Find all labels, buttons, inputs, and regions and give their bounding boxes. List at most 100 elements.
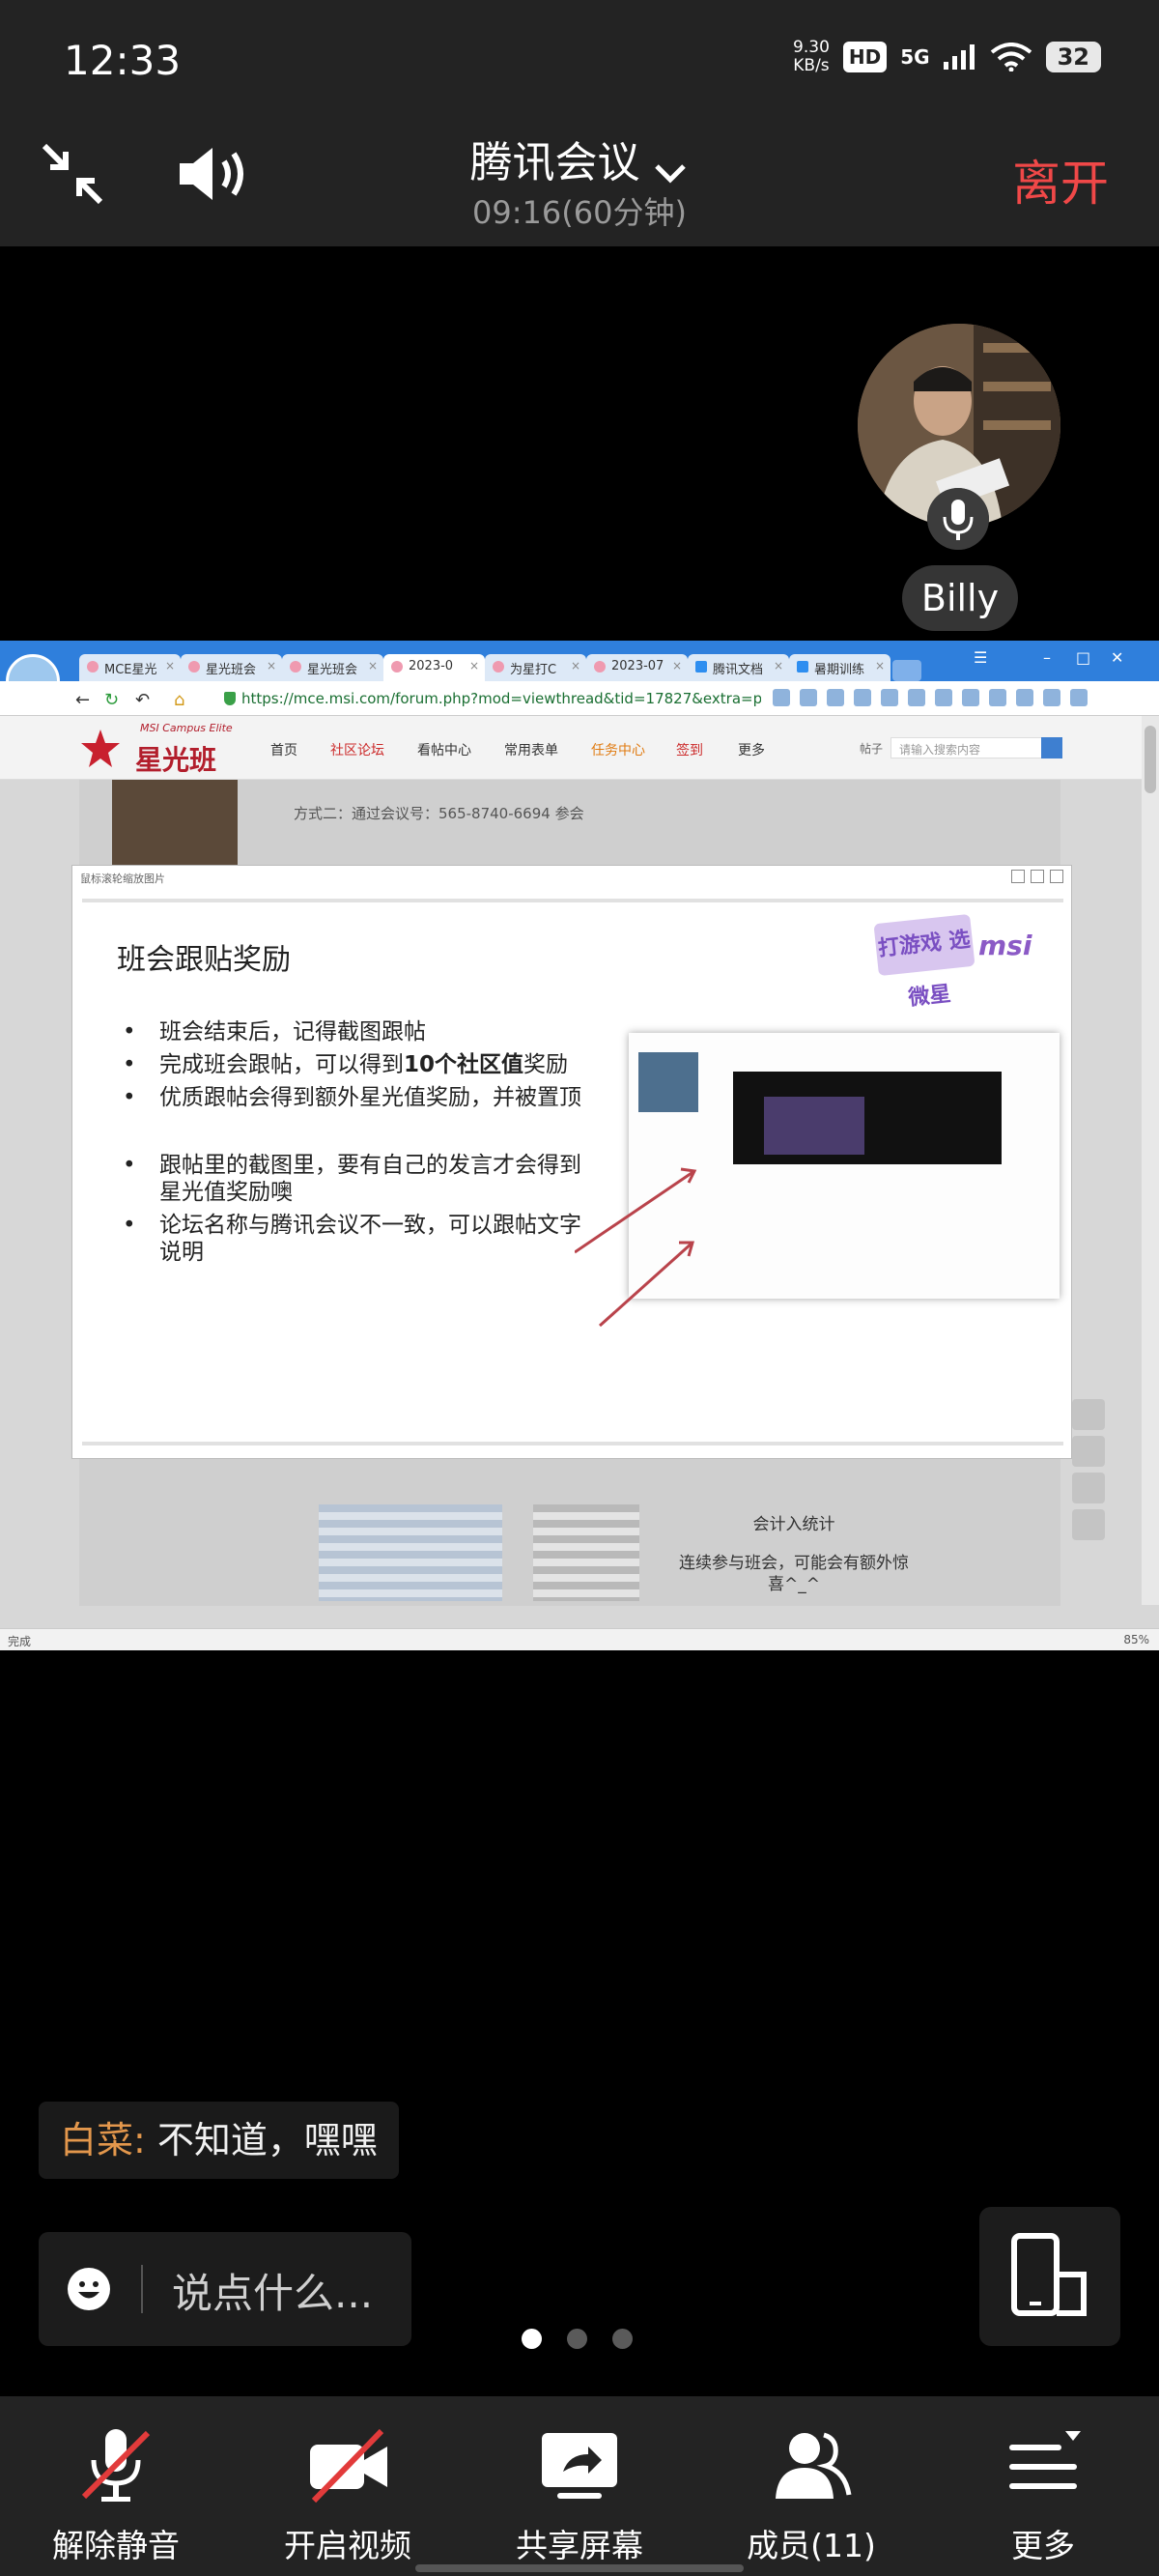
minimize-icon[interactable]: – bbox=[1043, 648, 1051, 667]
browser-tab[interactable]: 2023-07 × bbox=[586, 654, 688, 681]
browser-tab[interactable]: 星光班会 × bbox=[282, 654, 383, 681]
rotate-icon[interactable] bbox=[1031, 870, 1044, 883]
undo-icon[interactable]: ↶ bbox=[135, 690, 150, 710]
chat-tool-icon[interactable] bbox=[1072, 1399, 1105, 1430]
browser-tab[interactable]: 暑期训练 × bbox=[789, 654, 890, 681]
history-icon[interactable] bbox=[800, 689, 817, 706]
slide-top-rule bbox=[82, 899, 1063, 902]
members-button[interactable]: 成员(11) bbox=[695, 2425, 927, 2566]
tab-label: 2023-07 bbox=[611, 659, 664, 673]
close-icon[interactable]: × bbox=[875, 659, 885, 673]
device-switch-icon bbox=[1011, 2233, 1087, 2316]
leave-button[interactable]: 离开 bbox=[1012, 145, 1109, 215]
extension-icon[interactable] bbox=[989, 689, 1006, 706]
emoji-icon[interactable] bbox=[66, 2266, 112, 2312]
browser-tab[interactable]: 腾讯文档 × bbox=[688, 654, 789, 681]
tab-favicon-icon bbox=[797, 661, 808, 673]
scroll-thumb[interactable] bbox=[1145, 726, 1156, 793]
url-input[interactable]: https://mce.msi.com/forum.php?mod=viewth… bbox=[220, 686, 761, 711]
download-icon[interactable] bbox=[1043, 689, 1060, 706]
page-scrollbar[interactable] bbox=[1142, 716, 1159, 1605]
tab-label: 腾讯文档 bbox=[713, 663, 764, 677]
new-tab-button[interactable] bbox=[892, 660, 921, 681]
tab-favicon-icon bbox=[695, 661, 707, 673]
lightning-icon[interactable] bbox=[773, 689, 790, 706]
site-name[interactable]: 星光班 bbox=[135, 739, 216, 778]
close-icon[interactable]: × bbox=[672, 659, 682, 673]
share-screen-button[interactable]: 共享屏幕 bbox=[464, 2425, 695, 2566]
nav-forms[interactable]: 常用表单 bbox=[504, 740, 558, 759]
close-icon[interactable]: × bbox=[368, 659, 378, 673]
favorites-icon[interactable] bbox=[1070, 689, 1088, 706]
home-indicator[interactable] bbox=[415, 2564, 744, 2572]
more-button[interactable]: 更多 bbox=[927, 2425, 1159, 2566]
page-dot-active[interactable] bbox=[522, 2329, 542, 2349]
members-icon bbox=[776, 2432, 852, 2499]
close-icon[interactable]: × bbox=[469, 659, 479, 673]
back-to-top-icon[interactable] bbox=[1072, 1509, 1105, 1540]
image-viewer[interactable]: 鼠标滚轮缩放图片 班会跟贴奖励 打游戏 选微星 msi 班会结束后，记得截图跟帖… bbox=[71, 865, 1072, 1459]
input-divider bbox=[141, 2265, 143, 2313]
list-tool-icon[interactable] bbox=[1072, 1436, 1105, 1467]
browser-tab[interactable]: 星光班会 × bbox=[181, 654, 282, 681]
video-button[interactable]: 开启视频 bbox=[232, 2425, 464, 2566]
maximize-icon[interactable]: □ bbox=[1076, 648, 1090, 667]
shared-screen[interactable]: MCE星光 × 星光班会 × 星光班会 × 2023-0 × 为星打C × 2023-07… bbox=[0, 641, 1159, 1650]
unmute-button[interactable]: 解除静音 bbox=[0, 2425, 232, 2566]
slide-bullet: 跟帖里的截图里，要有自己的发言才会得到星光值奖励噢 bbox=[119, 1152, 602, 1206]
search-icon[interactable] bbox=[1041, 737, 1062, 758]
tab-label: 星光班会 bbox=[206, 663, 257, 677]
open-original-icon[interactable] bbox=[1011, 870, 1025, 883]
close-icon[interactable] bbox=[1050, 870, 1063, 883]
device-switch-button[interactable] bbox=[979, 2207, 1120, 2346]
home-icon[interactable]: ⌂ bbox=[174, 690, 184, 710]
nav-tasks[interactable]: 任务中心 bbox=[591, 740, 645, 759]
brand-logo: 打游戏 选微星 bbox=[873, 913, 975, 1011]
more-label: 更多 bbox=[1011, 2527, 1075, 2564]
chat-message: 白菜: 不知道，嘿嘿 bbox=[39, 2102, 399, 2179]
join-info: 方式二：通过会议号：565-8740-6694 参会 bbox=[294, 805, 584, 822]
tools-icon[interactable] bbox=[962, 689, 979, 706]
network-speed: 9.30 KB/s bbox=[793, 39, 830, 75]
screenshot-icon[interactable] bbox=[908, 689, 925, 706]
close-icon[interactable]: × bbox=[267, 659, 276, 673]
nav-checkin[interactable]: 签到 bbox=[676, 740, 703, 759]
nav-forum[interactable]: 社区论坛 bbox=[330, 740, 384, 759]
star-icon[interactable] bbox=[827, 689, 844, 706]
emoji-ext-icon[interactable] bbox=[1016, 689, 1033, 706]
nav-more[interactable]: 更多 bbox=[738, 740, 765, 759]
apps-icon[interactable] bbox=[854, 689, 871, 706]
nav-posts[interactable]: 看帖中心 bbox=[417, 740, 471, 759]
close-icon[interactable]: × bbox=[571, 659, 580, 673]
tab-favicon-icon bbox=[493, 661, 504, 673]
back-icon[interactable]: ← bbox=[75, 690, 90, 710]
meeting-title: 腾讯会议 bbox=[469, 138, 640, 187]
page-indicator bbox=[522, 2329, 633, 2349]
tab-favicon-icon bbox=[391, 661, 403, 673]
tab-label: 2023-0 bbox=[409, 659, 454, 673]
chat-input[interactable]: 说点什么... bbox=[39, 2232, 411, 2346]
close-window-icon[interactable]: ✕ bbox=[1111, 648, 1123, 667]
browser-tab-active[interactable]: 2023-0 × bbox=[383, 654, 485, 681]
page-dot[interactable] bbox=[567, 2329, 587, 2349]
url-text: https://mce.msi.com/forum.php?mod=viewth… bbox=[241, 690, 761, 707]
window-menu-icon[interactable]: ☰ bbox=[974, 648, 987, 667]
more-menu-icon bbox=[1009, 2431, 1081, 2489]
site-star-logo-icon[interactable] bbox=[79, 728, 122, 770]
close-icon[interactable]: × bbox=[774, 659, 783, 673]
zoom-level[interactable]: 85% bbox=[1123, 1633, 1149, 1646]
edit-tool-icon[interactable] bbox=[1072, 1473, 1105, 1503]
meeting-header: 腾讯会议 09:16(60分钟) 离开 bbox=[0, 126, 1159, 246]
site-search-input[interactable]: 请输入搜索内容 bbox=[890, 737, 1055, 758]
translate-icon[interactable] bbox=[935, 689, 952, 706]
refresh-icon[interactable]: ↻ bbox=[104, 690, 119, 710]
close-icon[interactable]: × bbox=[165, 659, 175, 673]
search-scope-label[interactable]: 帖子 bbox=[860, 740, 883, 757]
members-label: 成员(11) bbox=[747, 2527, 876, 2564]
collection-icon[interactable] bbox=[881, 689, 898, 706]
meeting-title-button[interactable]: 腾讯会议 bbox=[0, 126, 1159, 189]
browser-tab[interactable]: 为星打C × bbox=[485, 654, 586, 681]
browser-tab[interactable]: MCE星光 × bbox=[79, 654, 181, 681]
page-dot[interactable] bbox=[612, 2329, 633, 2349]
nav-home[interactable]: 首页 bbox=[270, 740, 297, 759]
